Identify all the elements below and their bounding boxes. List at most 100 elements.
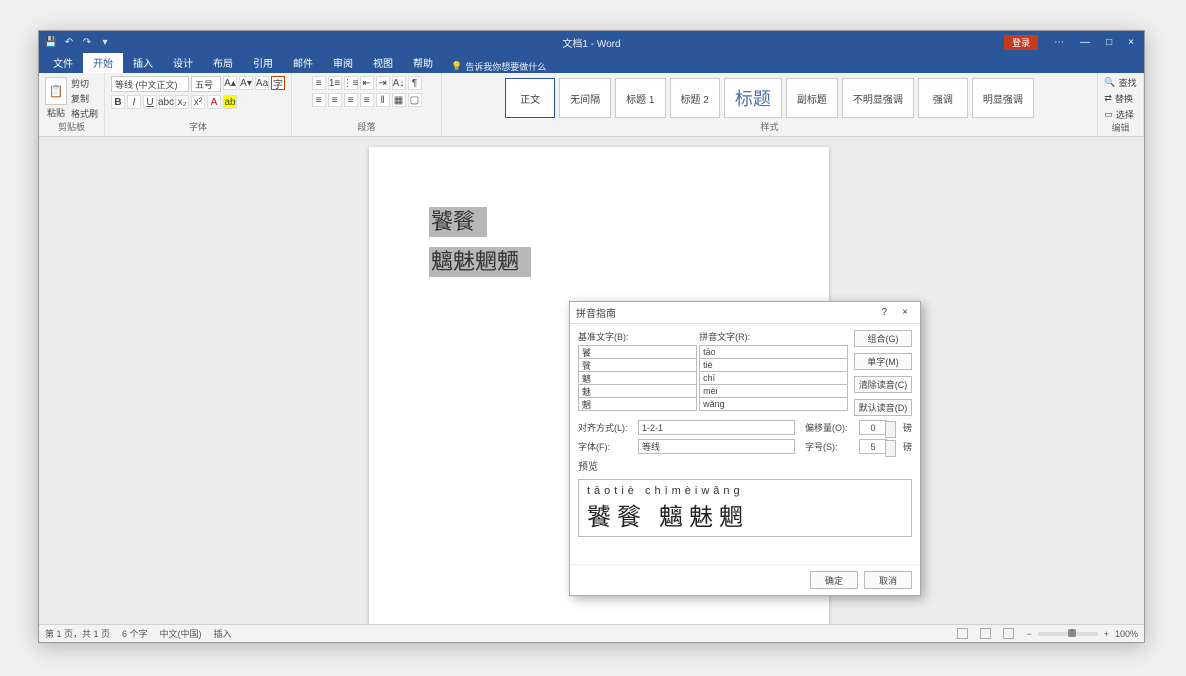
base-cell-4[interactable]: 魍 bbox=[578, 397, 697, 411]
find-button[interactable]: 🔍查找 bbox=[1104, 76, 1136, 89]
subscript-icon[interactable]: x₂ bbox=[175, 95, 189, 109]
style-h1[interactable]: 标题 1 bbox=[615, 78, 665, 118]
ruby-cell-3[interactable]: mèi bbox=[699, 384, 848, 398]
align-left-icon[interactable]: ≡ bbox=[312, 93, 326, 107]
phonetic-guide-icon[interactable]: 字 bbox=[271, 76, 285, 90]
style-h2[interactable]: 标题 2 bbox=[670, 78, 720, 118]
numbering-icon[interactable]: 1≡ bbox=[328, 76, 342, 90]
decrease-indent-icon[interactable]: ⇤ bbox=[360, 76, 374, 90]
style-subtle[interactable]: 不明显强调 bbox=[842, 78, 914, 118]
cancel-button[interactable]: 取消 bbox=[864, 571, 912, 589]
show-marks-icon[interactable]: ¶ bbox=[408, 76, 422, 90]
tab-references[interactable]: 引用 bbox=[243, 52, 283, 73]
style-intense[interactable]: 明显强调 bbox=[972, 78, 1034, 118]
undo-icon[interactable]: ↶ bbox=[63, 36, 75, 48]
tab-mailings[interactable]: 邮件 bbox=[283, 52, 323, 73]
style-normal[interactable]: 正文 bbox=[505, 78, 555, 118]
print-layout-icon[interactable] bbox=[957, 628, 968, 639]
superscript-icon[interactable]: x² bbox=[191, 95, 205, 109]
status-language[interactable]: 中文(中国) bbox=[160, 627, 202, 640]
shrink-font-icon[interactable]: A▾ bbox=[239, 76, 253, 90]
base-cell-3[interactable]: 魅 bbox=[578, 384, 697, 398]
tab-insert[interactable]: 插入 bbox=[123, 52, 163, 73]
line-spacing-icon[interactable]: ‖ bbox=[376, 93, 390, 107]
ruby-cell-1[interactable]: tiè bbox=[699, 358, 848, 372]
combine-button[interactable]: 组合(G) bbox=[854, 330, 912, 347]
cut-button[interactable]: 剪切 bbox=[71, 77, 98, 90]
strike-icon[interactable]: abc bbox=[159, 95, 173, 109]
qat-more-icon[interactable]: ▾ bbox=[99, 36, 111, 48]
bold-icon[interactable]: B bbox=[111, 95, 125, 109]
zoom-level[interactable]: 100% bbox=[1115, 629, 1138, 639]
tab-home[interactable]: 开始 bbox=[83, 52, 123, 73]
document-area[interactable]: 饕餮 魑魅魍魉 拼音指南 ? × 基准文字(B): 饕 餮 魑 bbox=[39, 137, 1144, 624]
read-mode-icon[interactable] bbox=[980, 628, 991, 639]
style-title[interactable]: 标题 bbox=[724, 78, 782, 118]
tab-file[interactable]: 文件 bbox=[43, 52, 83, 73]
tab-view[interactable]: 视图 bbox=[363, 52, 403, 73]
italic-icon[interactable]: I bbox=[127, 95, 141, 109]
dialog-close-button[interactable]: × bbox=[896, 307, 914, 318]
sort-icon[interactable]: A↓ bbox=[392, 76, 406, 90]
tab-design[interactable]: 设计 bbox=[163, 52, 203, 73]
borders-icon[interactable]: ▢ bbox=[408, 93, 422, 107]
align-center-icon[interactable]: ≡ bbox=[328, 93, 342, 107]
tab-review[interactable]: 审阅 bbox=[323, 52, 363, 73]
ruby-cell-0[interactable]: tāo bbox=[699, 345, 848, 359]
tab-help[interactable]: 帮助 bbox=[403, 52, 443, 73]
multilevel-icon[interactable]: ⋮≡ bbox=[344, 76, 358, 90]
font-color-icon[interactable]: A bbox=[207, 95, 221, 109]
font-name-select[interactable]: 等线 (中文正文) bbox=[111, 76, 189, 92]
offset-spinner[interactable]: 0 bbox=[859, 420, 887, 435]
paste-button[interactable]: 📋 bbox=[45, 77, 67, 105]
maximize-button[interactable]: □ bbox=[1106, 37, 1112, 48]
status-insert[interactable]: 插入 bbox=[214, 627, 232, 640]
close-button[interactable]: × bbox=[1128, 37, 1134, 48]
web-layout-icon[interactable] bbox=[1003, 628, 1014, 639]
zoom-in-button[interactable]: + bbox=[1104, 629, 1109, 639]
status-page[interactable]: 第 1 页，共 1 页 bbox=[45, 627, 110, 640]
highlight-icon[interactable]: ab bbox=[223, 95, 237, 109]
ruby-cell-2[interactable]: chī bbox=[699, 371, 848, 385]
save-icon[interactable]: 💾 bbox=[45, 36, 57, 48]
ruby-cell-4[interactable]: wǎng bbox=[699, 397, 848, 411]
shading-icon[interactable]: ▦ bbox=[392, 93, 406, 107]
underline-icon[interactable]: U bbox=[143, 95, 157, 109]
single-button[interactable]: 单字(M) bbox=[854, 353, 912, 370]
tab-layout[interactable]: 布局 bbox=[203, 52, 243, 73]
style-nospace[interactable]: 无间隔 bbox=[559, 78, 611, 118]
style-subtitle[interactable]: 副标题 bbox=[786, 78, 838, 118]
ribbon-options-icon[interactable]: ⋯ bbox=[1054, 37, 1064, 48]
sign-in-button[interactable]: 登录 bbox=[1004, 35, 1038, 50]
tell-me[interactable]: 💡 告诉我你想要做什么 bbox=[451, 60, 546, 73]
change-case-icon[interactable]: Aa bbox=[255, 76, 269, 90]
grow-font-icon[interactable]: A▴ bbox=[223, 76, 237, 90]
align-select[interactable]: 1-2-1 bbox=[638, 420, 795, 435]
replace-button[interactable]: ⇄替换 bbox=[1104, 92, 1133, 105]
copy-button[interactable]: 复制 bbox=[71, 92, 98, 105]
justify-icon[interactable]: ≡ bbox=[360, 93, 374, 107]
base-cell-2[interactable]: 魑 bbox=[578, 371, 697, 385]
selected-text-1[interactable]: 饕餮 bbox=[429, 207, 487, 237]
redo-icon[interactable]: ↷ bbox=[81, 36, 93, 48]
base-cell-1[interactable]: 餮 bbox=[578, 358, 697, 372]
default-reading-button[interactable]: 默认读音(D) bbox=[854, 399, 912, 416]
font-size-select[interactable]: 五号 bbox=[191, 76, 221, 92]
status-words[interactable]: 6 个字 bbox=[122, 627, 148, 640]
base-cell-0[interactable]: 饕 bbox=[578, 345, 697, 359]
style-emphasis[interactable]: 强调 bbox=[918, 78, 968, 118]
dialog-help-button[interactable]: ? bbox=[875, 307, 893, 318]
increase-indent-icon[interactable]: ⇥ bbox=[376, 76, 390, 90]
format-painter-button[interactable]: 格式刷 bbox=[71, 107, 98, 120]
align-right-icon[interactable]: ≡ bbox=[344, 93, 358, 107]
font-select[interactable]: 等线 bbox=[638, 439, 795, 454]
select-button[interactable]: ▭选择 bbox=[1104, 108, 1134, 121]
zoom-slider[interactable] bbox=[1038, 632, 1098, 636]
size-spinner[interactable]: 5 bbox=[859, 439, 887, 454]
ok-button[interactable]: 确定 bbox=[810, 571, 858, 589]
minimize-button[interactable]: — bbox=[1080, 37, 1090, 48]
selected-text-2[interactable]: 魑魅魍魉 bbox=[429, 247, 531, 277]
bullets-icon[interactable]: ≡ bbox=[312, 76, 326, 90]
clear-reading-button[interactable]: 清除读音(C) bbox=[854, 376, 912, 393]
zoom-out-button[interactable]: − bbox=[1026, 629, 1031, 639]
